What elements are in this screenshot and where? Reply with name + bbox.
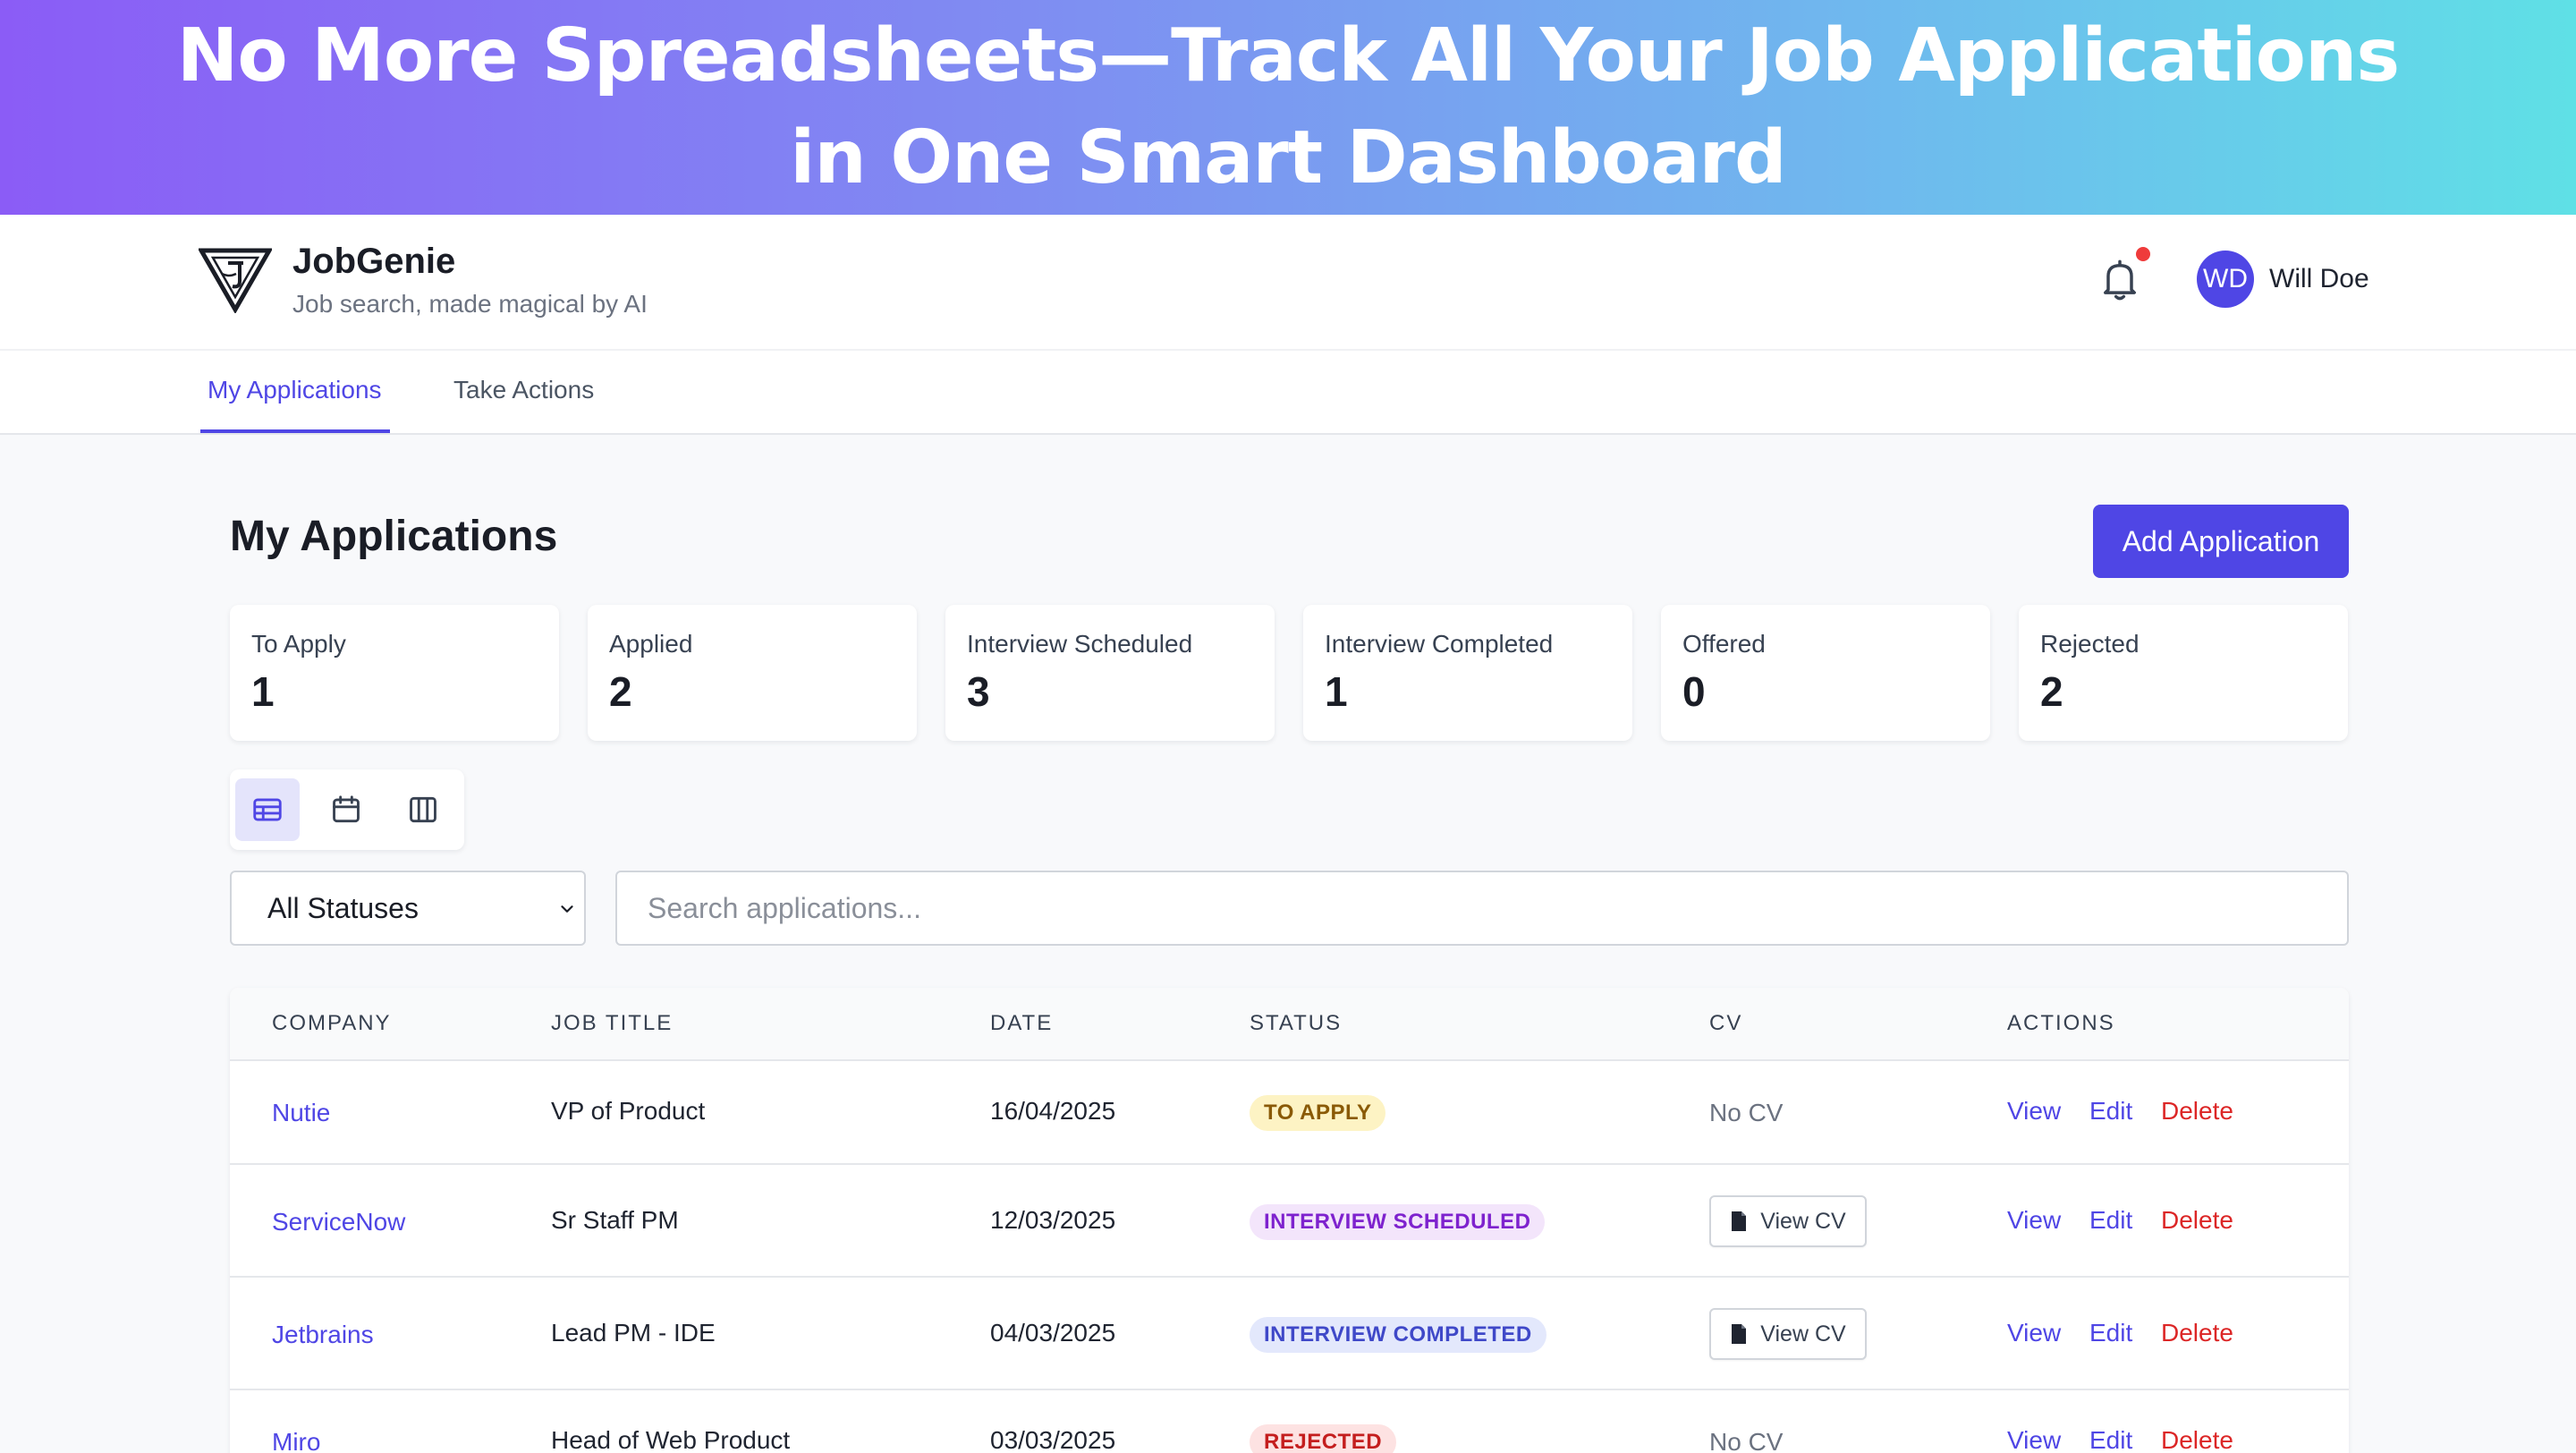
status-badge: REJECTED (1250, 1424, 1397, 1453)
stat-card-interview-completed: Interview Completed 1 (1303, 605, 1632, 741)
application-date: 03/03/2025 (990, 1426, 1116, 1453)
document-icon (1732, 1211, 1747, 1231)
delete-link[interactable]: Delete (2161, 1426, 2233, 1453)
view-link[interactable]: View (2007, 1097, 2061, 1126)
bell-icon[interactable] (2097, 256, 2143, 304)
stat-label: To Apply (251, 630, 346, 658)
table-row: Jetbrains Lead PM - IDE 04/03/2025 INTER… (230, 1278, 2349, 1390)
kanban-view-icon (410, 796, 436, 823)
table-header: COMPANY JOB TITLE DATE STATUS CV ACTIONS (230, 988, 2349, 1061)
active-tab-indicator (200, 429, 390, 433)
stat-card-to-apply: To Apply 1 (230, 605, 559, 741)
calendar-view-button[interactable] (314, 778, 378, 841)
job-title: Head of Web Product (551, 1426, 791, 1453)
kanban-view-button[interactable] (391, 778, 455, 841)
column-header-status: STATUS (1250, 1011, 1343, 1035)
calendar-view-icon (333, 795, 360, 823)
stat-value: 0 (1682, 668, 1706, 715)
status-filter-value: All Statuses (267, 891, 419, 924)
status-badge: INTERVIEW COMPLETED (1250, 1317, 1546, 1353)
status-filter-select[interactable]: All Statuses (230, 871, 586, 946)
user-name[interactable]: Will Doe (2269, 264, 2369, 294)
column-header-cv: CV (1709, 1011, 1743, 1035)
stat-card-offered: Offered 0 (1661, 605, 1990, 741)
view-cv-label: View CV (1760, 1321, 1846, 1347)
stat-card-interview-scheduled: Interview Scheduled 3 (945, 605, 1275, 741)
tabs-bar: My Applications Take Actions (0, 351, 2576, 435)
status-badge: TO APPLY (1250, 1095, 1386, 1131)
table-row: ServiceNow Sr Staff PM 12/03/2025 INTERV… (230, 1165, 2349, 1278)
avatar[interactable]: WD (2197, 251, 2254, 308)
view-cv-label: View CV (1760, 1208, 1846, 1234)
tab-my-applications[interactable]: My Applications (208, 376, 382, 404)
edit-link[interactable]: Edit (2089, 1426, 2132, 1453)
page-title: My Applications (230, 513, 558, 560)
stat-value: 2 (609, 668, 632, 715)
delete-link[interactable]: Delete (2161, 1097, 2233, 1126)
stat-label: Offered (1682, 630, 1766, 658)
no-cv-label: No CV (1709, 1428, 1784, 1453)
stat-value: 2 (2040, 668, 2063, 715)
job-title: Sr Staff PM (551, 1206, 679, 1234)
banner-headline-line-2: in One Smart Dashboard (790, 115, 1786, 200)
no-cv-label: No CV (1709, 1099, 1784, 1126)
table-view-button[interactable] (235, 778, 300, 841)
edit-link[interactable]: Edit (2089, 1097, 2132, 1126)
delete-link[interactable]: Delete (2161, 1319, 2233, 1347)
stat-value: 1 (1325, 668, 1348, 715)
stat-label: Applied (609, 630, 693, 658)
notification-dot (2136, 247, 2150, 261)
application-date: 04/03/2025 (990, 1319, 1116, 1347)
promo-banner: No More Spreadsheets—Track All Your Job … (0, 0, 2576, 215)
view-link[interactable]: View (2007, 1206, 2061, 1235)
chevron-down-icon (561, 905, 573, 913)
company-link[interactable]: ServiceNow (272, 1208, 405, 1236)
tab-take-actions[interactable]: Take Actions (453, 376, 594, 404)
app-name: JobGenie (292, 242, 456, 281)
view-link[interactable]: View (2007, 1426, 2061, 1453)
delete-link[interactable]: Delete (2161, 1206, 2233, 1235)
column-header-date: DATE (990, 1011, 1054, 1035)
job-title: Lead PM - IDE (551, 1319, 716, 1347)
stat-value: 1 (251, 668, 275, 715)
table-view-icon (253, 798, 282, 821)
table-row: Miro Head of Web Product 03/03/2025 REJE… (230, 1390, 2349, 1453)
column-header-job-title: JOB TITLE (551, 1011, 674, 1035)
stat-value: 3 (967, 668, 990, 715)
view-link[interactable]: View (2007, 1319, 2061, 1347)
applications-table: COMPANY JOB TITLE DATE STATUS CV ACTIONS… (230, 988, 2349, 1453)
view-mode-toggle (230, 769, 464, 850)
company-link[interactable]: Jetbrains (272, 1321, 374, 1349)
company-link[interactable]: Miro (272, 1428, 320, 1453)
application-date: 16/04/2025 (990, 1097, 1116, 1125)
column-header-company: COMPANY (272, 1011, 392, 1035)
app-tagline: Job search, made magical by AI (292, 290, 648, 318)
view-cv-button[interactable]: View CV (1709, 1195, 1867, 1247)
column-header-actions: ACTIONS (2007, 1011, 2115, 1035)
stat-label: Interview Completed (1325, 630, 1554, 658)
banner-headline-line-1: No More Spreadsheets—Track All Your Job … (176, 13, 2400, 98)
add-application-button[interactable]: Add Application (2093, 505, 2349, 578)
application-date: 12/03/2025 (990, 1206, 1116, 1234)
job-title: VP of Product (551, 1097, 706, 1125)
edit-link[interactable]: Edit (2089, 1319, 2132, 1347)
stat-card-rejected: Rejected 2 (2019, 605, 2348, 741)
company-link[interactable]: Nutie (272, 1099, 330, 1127)
stat-label: Interview Scheduled (967, 630, 1193, 658)
stat-card-applied: Applied 2 (588, 605, 917, 741)
genie-lamp-logo-icon (199, 248, 272, 313)
edit-link[interactable]: Edit (2089, 1206, 2132, 1235)
table-row: Nutie VP of Product 16/04/2025 TO APPLY … (230, 1061, 2349, 1165)
search-input[interactable] (615, 871, 2349, 946)
app-header: JobGenie Job search, made magical by AI … (0, 215, 2576, 351)
status-badge: INTERVIEW SCHEDULED (1250, 1204, 1546, 1240)
view-cv-button[interactable]: View CV (1709, 1308, 1867, 1360)
stat-label: Rejected (2040, 630, 2140, 658)
document-icon (1732, 1324, 1747, 1344)
